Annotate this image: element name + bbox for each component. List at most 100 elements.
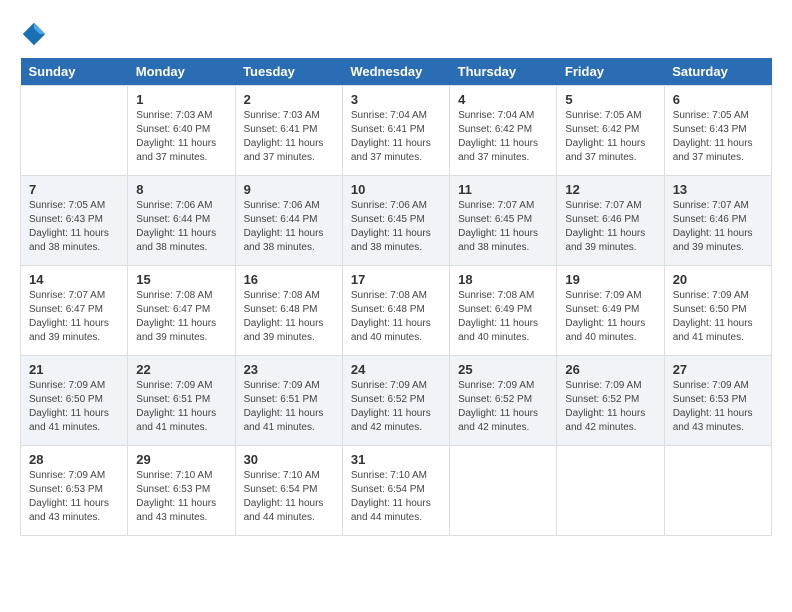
calendar-cell: 26Sunrise: 7:09 AM Sunset: 6:52 PM Dayli… xyxy=(557,356,664,446)
cell-info: Sunrise: 7:05 AM Sunset: 6:43 PM Dayligh… xyxy=(673,109,763,165)
day-number: 15 xyxy=(136,272,226,287)
day-number: 9 xyxy=(244,182,334,197)
cell-info: Sunrise: 7:09 AM Sunset: 6:51 PM Dayligh… xyxy=(244,379,334,435)
cell-info: Sunrise: 7:03 AM Sunset: 6:41 PM Dayligh… xyxy=(244,109,334,165)
cell-info: Sunrise: 7:10 AM Sunset: 6:54 PM Dayligh… xyxy=(351,469,441,525)
calendar-cell: 17 Sunrise: 7:08 AM Sunset: 6:48 PM Dayli… xyxy=(342,266,449,356)
calendar-cell: 18 Sunrise: 7:08 AM Sunset: 6:49 PM Dayli… xyxy=(450,266,557,356)
logo-icon xyxy=(20,20,48,48)
day-number: 10 xyxy=(351,182,441,197)
cell-info: Sunrise: 7:09 AM Sunset: 6:51 PM Dayligh… xyxy=(136,379,226,435)
calendar-week-row: 1 Sunrise: 7:03 AM Sunset: 6:40 PM Daylig… xyxy=(21,86,772,176)
calendar-week-row: 21 Sunrise: 7:09 AM Sunset: 6:50 PM Dayli… xyxy=(21,356,772,446)
cell-info: Sunrise: 7:09 AM Sunset: 6:50 PM Dayligh… xyxy=(29,379,119,435)
day-number: 6 xyxy=(673,92,763,107)
calendar-cell: 9 Sunrise: 7:06 AM Sunset: 6:44 PM Daylig… xyxy=(235,176,342,266)
cell-info: Sunrise: 7:08 AM Sunset: 6:49 PM Dayligh… xyxy=(458,289,548,345)
weekday-header: Thursday xyxy=(450,58,557,86)
calendar-cell: 29 Sunrise: 7:10 AM Sunset: 6:53 PM Dayli… xyxy=(128,446,235,536)
day-number: 22 xyxy=(136,362,226,377)
calendar-cell: 30 Sunrise: 7:10 AM Sunset: 6:54 PM Dayli… xyxy=(235,446,342,536)
day-number: 30 xyxy=(244,452,334,467)
weekday-header: Monday xyxy=(128,58,235,86)
calendar-cell: 21 Sunrise: 7:09 AM Sunset: 6:50 PM Dayli… xyxy=(21,356,128,446)
weekday-header-row: SundayMondayTuesdayWednesdayThursdayFrid… xyxy=(21,58,772,86)
calendar-cell: 8 Sunrise: 7:06 AM Sunset: 6:44 PM Daylig… xyxy=(128,176,235,266)
cell-info: Sunrise: 7:04 AM Sunset: 6:42 PM Dayligh… xyxy=(458,109,548,165)
cell-info: Sunrise: 7:03 AM Sunset: 6:40 PM Dayligh… xyxy=(136,109,226,165)
day-number: 11 xyxy=(458,182,548,197)
calendar-cell xyxy=(557,446,664,536)
calendar-cell: 23 Sunrise: 7:09 AM Sunset: 6:51 PM Dayli… xyxy=(235,356,342,446)
calendar-week-row: 7 Sunrise: 7:05 AM Sunset: 6:43 PM Daylig… xyxy=(21,176,772,266)
cell-info: Sunrise: 7:09 AM Sunset: 6:53 PM Dayligh… xyxy=(29,469,119,525)
cell-info: Sunrise: 7:05 AM Sunset: 6:43 PM Dayligh… xyxy=(29,199,119,255)
weekday-header: Sunday xyxy=(21,58,128,86)
day-number: 7 xyxy=(29,182,119,197)
cell-info: Sunrise: 7:07 AM Sunset: 6:46 PM Dayligh… xyxy=(673,199,763,255)
day-number: 26 xyxy=(565,362,655,377)
calendar-week-row: 14 Sunrise: 7:07 AM Sunset: 6:47 PM Dayli… xyxy=(21,266,772,356)
calendar-table: SundayMondayTuesdayWednesdayThursdayFrid… xyxy=(20,58,772,536)
calendar-cell: 11Sunrise: 7:07 AM Sunset: 6:45 PM Dayli… xyxy=(450,176,557,266)
cell-info: Sunrise: 7:09 AM Sunset: 6:52 PM Dayligh… xyxy=(351,379,441,435)
day-number: 13 xyxy=(673,182,763,197)
calendar-cell: 4 Sunrise: 7:04 AM Sunset: 6:42 PM Daylig… xyxy=(450,86,557,176)
day-number: 17 xyxy=(351,272,441,287)
day-number: 28 xyxy=(29,452,119,467)
cell-info: Sunrise: 7:08 AM Sunset: 6:48 PM Dayligh… xyxy=(351,289,441,345)
calendar-cell: 27 Sunrise: 7:09 AM Sunset: 6:53 PM Dayli… xyxy=(664,356,771,446)
weekday-header: Tuesday xyxy=(235,58,342,86)
cell-info: Sunrise: 7:06 AM Sunset: 6:45 PM Dayligh… xyxy=(351,199,441,255)
calendar-cell: 1 Sunrise: 7:03 AM Sunset: 6:40 PM Daylig… xyxy=(128,86,235,176)
cell-info: Sunrise: 7:08 AM Sunset: 6:48 PM Dayligh… xyxy=(244,289,334,345)
calendar-cell: 6 Sunrise: 7:05 AM Sunset: 6:43 PM Daylig… xyxy=(664,86,771,176)
day-number: 25 xyxy=(458,362,548,377)
calendar-cell: 24Sunrise: 7:09 AM Sunset: 6:52 PM Dayli… xyxy=(342,356,449,446)
day-number: 21 xyxy=(29,362,119,377)
day-number: 8 xyxy=(136,182,226,197)
calendar-cell: 13 Sunrise: 7:07 AM Sunset: 6:46 PM Dayli… xyxy=(664,176,771,266)
cell-info: Sunrise: 7:09 AM Sunset: 6:53 PM Dayligh… xyxy=(673,379,763,435)
cell-info: Sunrise: 7:05 AM Sunset: 6:42 PM Dayligh… xyxy=(565,109,655,165)
day-number: 23 xyxy=(244,362,334,377)
weekday-header: Wednesday xyxy=(342,58,449,86)
calendar-cell xyxy=(664,446,771,536)
cell-info: Sunrise: 7:07 AM Sunset: 6:46 PM Dayligh… xyxy=(565,199,655,255)
cell-info: Sunrise: 7:07 AM Sunset: 6:47 PM Dayligh… xyxy=(29,289,119,345)
cell-info: Sunrise: 7:10 AM Sunset: 6:54 PM Dayligh… xyxy=(244,469,334,525)
calendar-cell xyxy=(21,86,128,176)
calendar-cell: 25 Sunrise: 7:09 AM Sunset: 6:52 PM Dayli… xyxy=(450,356,557,446)
day-number: 31 xyxy=(351,452,441,467)
weekday-header: Friday xyxy=(557,58,664,86)
calendar-cell: 22 Sunrise: 7:09 AM Sunset: 6:51 PM Dayli… xyxy=(128,356,235,446)
calendar-cell: 7 Sunrise: 7:05 AM Sunset: 6:43 PM Daylig… xyxy=(21,176,128,266)
cell-info: Sunrise: 7:10 AM Sunset: 6:53 PM Dayligh… xyxy=(136,469,226,525)
day-number: 12 xyxy=(565,182,655,197)
cell-info: Sunrise: 7:06 AM Sunset: 6:44 PM Dayligh… xyxy=(136,199,226,255)
calendar-cell: 31 Sunrise: 7:10 AM Sunset: 6:54 PM Dayli… xyxy=(342,446,449,536)
cell-info: Sunrise: 7:06 AM Sunset: 6:44 PM Dayligh… xyxy=(244,199,334,255)
day-number: 14 xyxy=(29,272,119,287)
calendar-cell: 5Sunrise: 7:05 AM Sunset: 6:42 PM Daylig… xyxy=(557,86,664,176)
day-number: 29 xyxy=(136,452,226,467)
cell-info: Sunrise: 7:09 AM Sunset: 6:49 PM Dayligh… xyxy=(565,289,655,345)
day-number: 16 xyxy=(244,272,334,287)
calendar-cell: 10 Sunrise: 7:06 AM Sunset: 6:45 PM Dayli… xyxy=(342,176,449,266)
calendar-cell: 2 Sunrise: 7:03 AM Sunset: 6:41 PM Daylig… xyxy=(235,86,342,176)
day-number: 3 xyxy=(351,92,441,107)
day-number: 2 xyxy=(244,92,334,107)
day-number: 1 xyxy=(136,92,226,107)
page-header xyxy=(20,20,772,48)
calendar-cell: 14 Sunrise: 7:07 AM Sunset: 6:47 PM Dayli… xyxy=(21,266,128,356)
day-number: 4 xyxy=(458,92,548,107)
calendar-cell: 16 Sunrise: 7:08 AM Sunset: 6:48 PM Dayli… xyxy=(235,266,342,356)
calendar-cell: 20Sunrise: 7:09 AM Sunset: 6:50 PM Dayli… xyxy=(664,266,771,356)
day-number: 19 xyxy=(565,272,655,287)
logo xyxy=(20,20,56,48)
calendar-cell: 19 Sunrise: 7:09 AM Sunset: 6:49 PM Dayli… xyxy=(557,266,664,356)
day-number: 27 xyxy=(673,362,763,377)
cell-info: Sunrise: 7:08 AM Sunset: 6:47 PM Dayligh… xyxy=(136,289,226,345)
day-number: 18 xyxy=(458,272,548,287)
cell-info: Sunrise: 7:09 AM Sunset: 6:52 PM Dayligh… xyxy=(458,379,548,435)
